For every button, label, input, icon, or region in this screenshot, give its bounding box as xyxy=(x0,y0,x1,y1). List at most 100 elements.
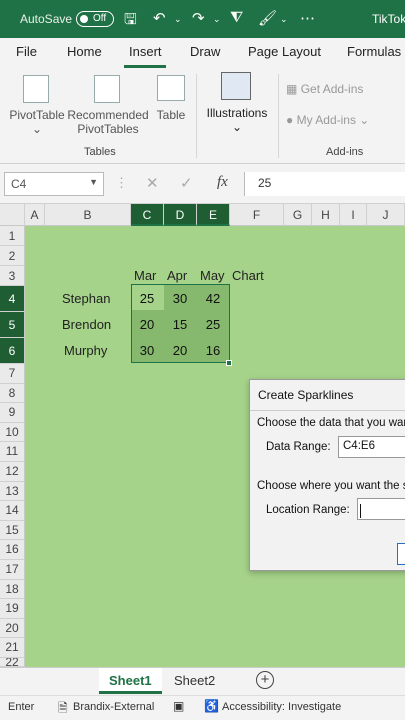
ribbon: PivotTable ⌄ Recommended PivotTables Tab… xyxy=(0,68,405,164)
cell-name[interactable]: Murphy xyxy=(64,343,107,358)
cell-header-may[interactable]: May xyxy=(200,268,225,283)
tab-insert[interactable]: Insert xyxy=(129,44,162,59)
row-header[interactable]: 21 xyxy=(0,638,25,658)
sheet-tab-sheet2[interactable]: Sheet2 xyxy=(164,668,225,694)
formula-input[interactable]: 25 xyxy=(244,172,405,196)
cell-value[interactable]: 25 xyxy=(197,317,229,332)
cell-value[interactable]: 15 xyxy=(164,317,196,332)
data-range-input[interactable]: C4:E6 xyxy=(338,436,405,458)
row-header[interactable]: 13 xyxy=(0,481,25,502)
ribbon-separator xyxy=(278,74,279,158)
row-header[interactable]: 20 xyxy=(0,618,25,639)
add-sheet-icon[interactable]: + xyxy=(256,671,274,689)
cell-name[interactable]: Brendon xyxy=(62,317,111,332)
cancel-icon[interactable]: ✕ xyxy=(146,174,159,192)
undo-dropdown-icon[interactable]: ⌄ xyxy=(174,14,182,25)
cell-value[interactable]: 25 xyxy=(131,291,163,306)
row-header[interactable]: 8 xyxy=(0,383,25,404)
illustrations-label: Illustrations xyxy=(206,106,268,120)
row-header[interactable]: 22 xyxy=(0,658,25,667)
row-header[interactable]: 12 xyxy=(0,462,25,482)
column-header[interactable]: C xyxy=(131,204,164,226)
row-header[interactable]: 9 xyxy=(0,403,25,423)
redo-dropdown-icon[interactable]: ⌄ xyxy=(213,14,221,25)
table-button[interactable]: Table xyxy=(151,108,191,122)
macro-record-icon[interactable]: ▣ xyxy=(173,699,184,713)
row-header[interactable]: 19 xyxy=(0,599,25,619)
choose-data-text: Choose the data that you want xyxy=(257,417,405,429)
fill-dropdown-icon[interactable]: ⌄ xyxy=(280,14,288,25)
sheet-tab-sheet1[interactable]: Sheet1 xyxy=(99,668,162,694)
data-range-value: C4:E6 xyxy=(343,440,375,452)
column-header[interactable]: D xyxy=(164,204,197,226)
column-header[interactable]: I xyxy=(340,204,367,226)
undo-icon[interactable]: ↶ xyxy=(153,9,166,27)
tab-draw[interactable]: Draw xyxy=(190,44,220,59)
column-header[interactable]: A xyxy=(25,204,45,226)
row-header[interactable]: 10 xyxy=(0,422,25,443)
get-addins-button[interactable]: ▦ Get Add-ins xyxy=(286,82,363,96)
cell-value[interactable]: 20 xyxy=(164,343,196,358)
row-header[interactable]: 15 xyxy=(0,520,25,541)
cell-value[interactable]: 20 xyxy=(131,317,163,332)
cell-value[interactable]: 30 xyxy=(164,291,196,306)
column-header[interactable]: J xyxy=(367,204,405,226)
row-header[interactable]: 6 xyxy=(0,338,25,364)
column-header[interactable]: F xyxy=(230,204,284,226)
save-icon[interactable]: 🖫 xyxy=(124,9,137,34)
cell-name[interactable]: Stephan xyxy=(62,291,110,306)
row-header[interactable]: 14 xyxy=(0,501,25,521)
pivottable-button[interactable]: PivotTable ⌄ xyxy=(4,108,70,136)
cell-header-chart[interactable]: Chart xyxy=(232,268,264,283)
row-header[interactable]: 3 xyxy=(0,266,25,286)
illustrations-button[interactable]: Illustrations ⌄ xyxy=(201,106,273,134)
row-header[interactable]: 18 xyxy=(0,579,25,600)
status-bar: Enter 🗎 Brandix-External ▣ ♿ Accessibili… xyxy=(0,695,405,720)
location-range-input[interactable] xyxy=(357,498,405,520)
autosave-label: AutoSave xyxy=(20,12,73,26)
cell-header-mar[interactable]: Mar xyxy=(134,268,156,283)
tab-home[interactable]: Home xyxy=(67,44,102,59)
toggle-state: Off xyxy=(93,12,107,24)
cell-value[interactable]: 42 xyxy=(197,291,229,306)
my-addins-button[interactable]: ● My Add-ins ⌄ xyxy=(286,113,369,127)
document-title: TikTok xyxy=(372,12,405,26)
row-header[interactable]: 7 xyxy=(0,364,25,384)
my-addins-label: My Add-ins xyxy=(296,113,356,127)
sensitivity-label[interactable]: Brandix-External xyxy=(73,701,154,713)
name-box[interactable]: C4 ▼ xyxy=(4,172,104,196)
column-header[interactable]: E xyxy=(197,204,230,226)
row-header[interactable]: 5 xyxy=(0,312,25,338)
filter-icon[interactable]: ⧨ xyxy=(230,9,243,26)
name-box-value: C4 xyxy=(11,177,27,191)
fill-handle[interactable] xyxy=(226,360,232,366)
row-header[interactable]: 1 xyxy=(0,226,25,246)
cell-header-apr[interactable]: Apr xyxy=(167,268,187,283)
fill-color-icon[interactable]: 🖌 xyxy=(258,9,277,27)
redo-icon[interactable]: ↷ xyxy=(192,9,205,27)
insert-function-icon[interactable]: fx xyxy=(217,174,228,191)
enter-icon[interactable]: ✓ xyxy=(180,174,193,192)
tab-page-layout[interactable]: Page Layout xyxy=(248,44,321,59)
cell-value[interactable]: 30 xyxy=(131,343,163,358)
get-addins-label: Get Add-ins xyxy=(300,82,364,96)
row-header[interactable]: 16 xyxy=(0,540,25,560)
cell-value[interactable]: 16 xyxy=(197,343,229,358)
tab-formulas[interactable]: Formulas xyxy=(347,44,401,59)
autosave-toggle[interactable]: Off xyxy=(76,11,114,27)
formula-value: 25 xyxy=(258,176,272,190)
ok-button[interactable] xyxy=(397,543,405,565)
select-all-corner[interactable] xyxy=(0,204,25,226)
column-header[interactable]: H xyxy=(312,204,340,226)
row-header[interactable]: 11 xyxy=(0,442,25,462)
row-header[interactable]: 17 xyxy=(0,560,25,580)
accessibility-status[interactable]: Accessibility: Investigate xyxy=(222,701,341,713)
customize-qat-icon[interactable]: ⋯ xyxy=(300,9,315,27)
create-sparklines-dialog: Create Sparklines Choose the data that y… xyxy=(249,379,405,571)
row-header[interactable]: 4 xyxy=(0,286,25,312)
row-header[interactable]: 2 xyxy=(0,246,25,266)
column-header[interactable]: G xyxy=(284,204,312,226)
tab-file[interactable]: File xyxy=(16,44,37,59)
recommended-pivottables-button[interactable]: Recommended PivotTables xyxy=(66,108,150,136)
column-header[interactable]: B xyxy=(45,204,131,226)
